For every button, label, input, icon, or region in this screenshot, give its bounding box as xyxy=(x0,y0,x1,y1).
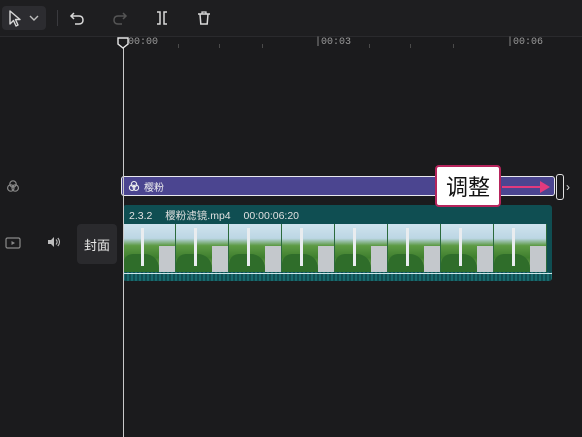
ruler-minor-tick xyxy=(369,44,370,48)
video-clip[interactable]: 2.3.2 樱粉滤镜.mp4 00:00:06:20 xyxy=(123,205,552,281)
chevron-right-icon: › xyxy=(566,180,570,194)
ruler-minor-tick xyxy=(453,44,454,48)
filter-clip-trim-handle[interactable] xyxy=(556,174,564,200)
cursor-icon xyxy=(9,10,39,27)
ruler-label-6: |00:06 xyxy=(507,37,544,48)
trash-icon xyxy=(198,11,210,25)
redo-icon xyxy=(113,12,128,25)
redo-button[interactable] xyxy=(109,6,131,30)
playhead-handle[interactable] xyxy=(117,37,129,49)
filter-clip-label: 樱粉 xyxy=(144,182,164,194)
video-thumbnail xyxy=(388,224,441,272)
cover-button[interactable]: 封面 xyxy=(77,224,117,264)
timeline-toolbar xyxy=(0,0,582,37)
split-button[interactable] xyxy=(151,6,173,30)
select-tool-dropdown[interactable] xyxy=(2,6,46,30)
video-thumbnail xyxy=(229,224,282,272)
annotation-arrowhead xyxy=(540,181,550,193)
delete-button[interactable] xyxy=(193,6,215,30)
undo-button[interactable] xyxy=(66,6,88,30)
video-thumbnail xyxy=(494,224,547,272)
playhead-line[interactable] xyxy=(123,48,124,437)
ruler-label-0: 00:00 xyxy=(128,37,159,48)
clip-filename: 樱粉滤镜.mp4 xyxy=(165,210,231,222)
video-track-icon xyxy=(4,236,22,250)
filter-track-icon xyxy=(5,178,21,194)
ruler-minor-tick xyxy=(219,44,220,48)
video-thumbnail xyxy=(441,224,494,272)
split-icon xyxy=(157,11,167,25)
ruler-label-3: |00:03 xyxy=(315,37,352,48)
annotation-callout: 调整 xyxy=(435,165,501,207)
ruler-minor-tick xyxy=(262,44,263,48)
video-thumbnail xyxy=(335,224,388,272)
video-thumbnail xyxy=(123,224,176,272)
speaker-icon xyxy=(48,237,60,247)
toolbar-divider xyxy=(57,10,58,26)
time-ruler[interactable] xyxy=(0,36,582,50)
annotation-arrow xyxy=(502,186,542,188)
video-clip-info: 2.3.2 樱粉滤镜.mp4 00:00:06:20 xyxy=(129,208,299,223)
ruler-minor-tick xyxy=(178,44,179,48)
video-thumbnail xyxy=(282,224,335,272)
video-icon xyxy=(5,237,21,249)
filter-icon xyxy=(128,181,140,191)
ruler-minor-tick xyxy=(410,44,411,48)
volume-line[interactable] xyxy=(123,273,552,274)
video-thumbnails xyxy=(123,224,552,272)
clip-duration: 00:00:06:20 xyxy=(243,210,300,222)
clip-speed: 2.3.2 xyxy=(129,210,153,222)
undo-icon xyxy=(69,12,84,25)
filter-icon xyxy=(7,180,20,192)
video-thumbnail xyxy=(176,224,229,272)
mute-toggle[interactable] xyxy=(45,234,63,250)
